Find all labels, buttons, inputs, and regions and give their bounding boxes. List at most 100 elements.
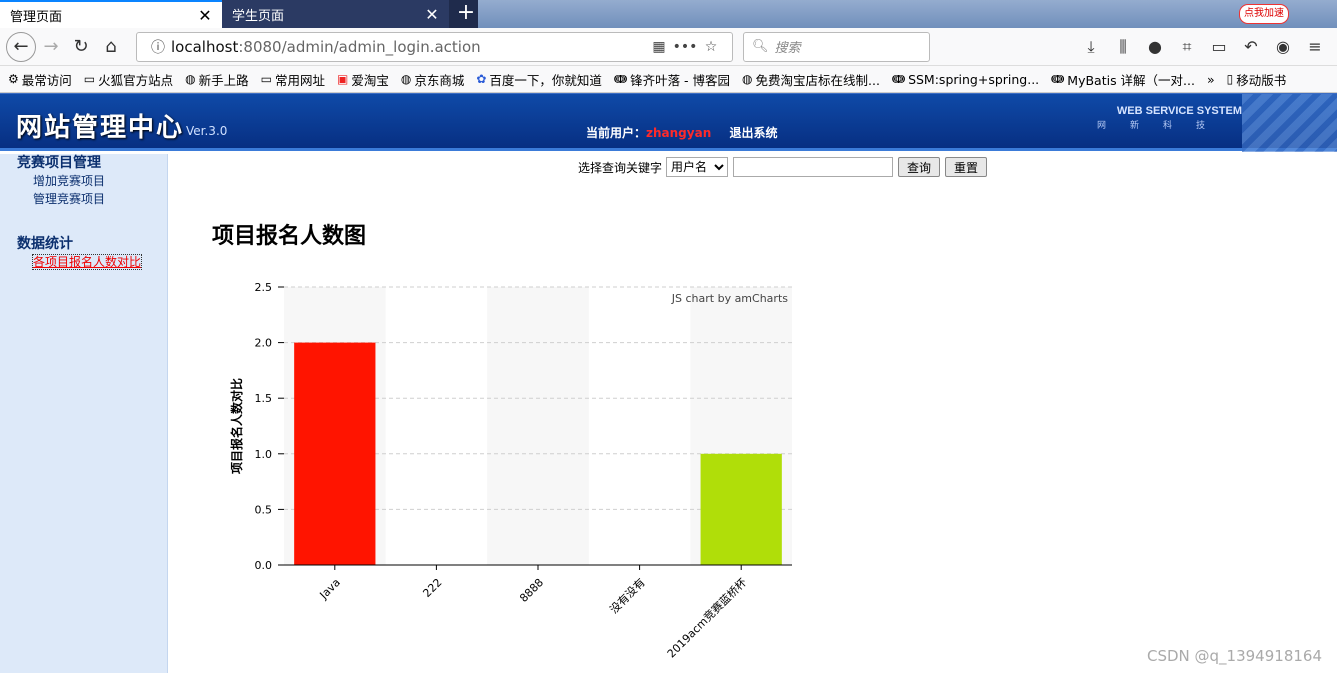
globe-icon: ◍ bbox=[400, 72, 412, 86]
home-icon[interactable]: ⌂ bbox=[96, 32, 126, 62]
new-tab-button[interactable]: + bbox=[455, 0, 477, 28]
x-tick-label: Java bbox=[317, 576, 343, 602]
info-icon[interactable]: ⓘ bbox=[145, 37, 171, 57]
bookmark-label: MyBatis 详解（一对... bbox=[1067, 72, 1195, 88]
bookmark-item[interactable]: ✿ 百度一下，你就知道 bbox=[476, 70, 602, 89]
user-info: 当前用户：zhangyan 退出系统 bbox=[586, 124, 777, 141]
bookmarks-bar: ⚙ 最常访问 ▭ 火狐官方站点 ◍ 新手上路 ▭ 常用网址 ▣ 爱淘宝 ◍ 京东商城 ✿ 百度一下，你就知… bbox=[0, 66, 1337, 93]
y-axis-label: 项目报名人数对比 bbox=[229, 378, 244, 474]
close-icon[interactable]: ✕ bbox=[198, 6, 212, 25]
chart-credit: JS chart by amCharts bbox=[671, 292, 788, 305]
bookmark-item[interactable]: ▭ 常用网址 bbox=[261, 70, 325, 89]
cnblogs-icon: ↈ bbox=[613, 71, 628, 86]
bookmark-label: 爱淘宝 bbox=[351, 72, 389, 88]
crop-icon[interactable]: ⌗ bbox=[1171, 32, 1203, 62]
sidebar-item-add-contest[interactable]: 增加竞赛项目 bbox=[0, 172, 167, 190]
tab-student[interactable]: 学生页面 ✕ bbox=[222, 0, 449, 28]
undo-icon[interactable]: ↶ bbox=[1235, 32, 1267, 62]
sidebar-group-contest: 竞赛项目管理 增加竞赛项目 管理竞赛项目 bbox=[0, 154, 167, 208]
signup-bar-chart: 0.0 0.5 1.0 1.5 2.0 2.5 Java 222 8888 没有没有 2019acm… bbox=[229, 281, 792, 660]
url-bar[interactable]: ⓘ localhost:8080/admin/admin_login.actio… bbox=[136, 31, 733, 62]
download-icon[interactable]: ⤓ bbox=[1075, 32, 1107, 62]
globe-icon: ◍ bbox=[185, 72, 196, 86]
bookmark-item[interactable]: ◍ 京东商城 bbox=[401, 70, 465, 89]
forward-arrow-icon[interactable]: → bbox=[36, 32, 66, 62]
accelerator-badge[interactable]: 点我加速 bbox=[1239, 4, 1289, 24]
bookmark-label: 移动版书 bbox=[1236, 72, 1287, 88]
gear-icon: ⚙ bbox=[8, 72, 19, 86]
url-path: :8080/admin/admin_login.action bbox=[238, 37, 481, 56]
background-window bbox=[478, 0, 1337, 28]
main-content: 选择查询关键字 用户名 查询 重置 项目报名人数图 0.0 0.5 1.0 1.5 2.… bbox=[168, 154, 1337, 673]
username: zhangyan bbox=[646, 126, 712, 140]
url-host: localhost bbox=[171, 37, 239, 56]
sidebar: 竞赛项目管理 增加竞赛项目 管理竞赛项目 数据统计 各项目报名人数对比 bbox=[0, 154, 168, 673]
bookmark-label: 新手上路 bbox=[198, 72, 249, 88]
menu-icon[interactable]: ≡ bbox=[1299, 32, 1331, 62]
sidebar-item-label: 各项目报名人数对比 bbox=[31, 254, 143, 270]
y-tick-label: 0.5 bbox=[255, 503, 273, 516]
reset-button[interactable]: 重置 bbox=[945, 157, 988, 177]
cnblogs-icon: ↈ bbox=[1051, 71, 1065, 86]
x-tick-label: 222 bbox=[420, 576, 444, 600]
x-tick-label: 没有没有 bbox=[607, 575, 648, 616]
bookmark-item[interactable]: ▭ 火狐官方站点 bbox=[84, 70, 173, 89]
bookmark-label: 免费淘宝店标在线制... bbox=[755, 72, 880, 88]
bookmark-item[interactable]: ▣ 爱淘宝 bbox=[337, 70, 389, 89]
x-tick-label: 8888 bbox=[517, 576, 546, 605]
sidebar-icon[interactable]: ▭ bbox=[1203, 32, 1235, 62]
sidebar-item-signup-compare[interactable]: 各项目报名人数对比 bbox=[0, 253, 167, 271]
bookmark-item[interactable]: ◍ 新手上路 bbox=[185, 70, 249, 89]
back-arrow-icon[interactable]: ← bbox=[6, 31, 36, 62]
brand-subtext: 网新科技 bbox=[1096, 121, 1229, 131]
search-button[interactable]: 查询 bbox=[898, 157, 941, 177]
tab-bar: 管理页面 ✕ 学生页面 ✕ + 点我加速 bbox=[0, 0, 1337, 28]
tab-label: 管理页面 bbox=[10, 9, 63, 25]
folder-icon: ▭ bbox=[260, 72, 272, 86]
bookmark-item[interactable]: » bbox=[1207, 72, 1215, 87]
navigation-bar: ← → ↻ ⌂ ⓘ localhost:8080/admin/admin_log… bbox=[0, 28, 1337, 66]
star-icon[interactable]: ☆ bbox=[698, 39, 724, 55]
tab-admin[interactable]: 管理页面 ✕ bbox=[0, 0, 222, 28]
bookmark-label: 常用网址 bbox=[274, 72, 325, 88]
globe-icon: ◍ bbox=[742, 72, 753, 86]
watermark: CSDN @q_1394918164 bbox=[1147, 647, 1322, 665]
bookmark-item[interactable]: ⚙ 最常访问 bbox=[8, 70, 72, 89]
bookmark-item[interactable]: ↈ MyBatis 详解（一对... bbox=[1051, 70, 1195, 89]
bookmark-item[interactable]: ↈ SSM:spring+spring... bbox=[892, 72, 1039, 87]
more-actions-icon[interactable]: ••• bbox=[672, 39, 698, 55]
taobao-icon: ▣ bbox=[337, 72, 349, 86]
reload-icon[interactable]: ↻ bbox=[66, 32, 96, 62]
bookmark-label: SSM:spring+spring... bbox=[908, 71, 1040, 87]
y-tick-label: 1.0 bbox=[255, 448, 273, 461]
keyboard-decoration bbox=[1242, 94, 1337, 152]
y-tick-label: 0.0 bbox=[255, 559, 273, 572]
column-band bbox=[487, 287, 589, 565]
bookmark-label: 百度一下，你就知道 bbox=[489, 72, 602, 88]
site-logo: 网站管理中心 bbox=[16, 113, 185, 143]
bookmark-item[interactable]: ▯ 移动版书 bbox=[1227, 70, 1287, 89]
mobile-icon: ▯ bbox=[1226, 72, 1234, 86]
logout-link[interactable]: 退出系统 bbox=[729, 126, 777, 140]
sidebar-item-manage-contest[interactable]: 管理竞赛项目 bbox=[0, 190, 167, 208]
search-input[interactable]: 🔍︎ 搜索 bbox=[743, 31, 930, 62]
toolbar-icons: ⤓ ⫼ ● ⌗ ▭ ↶ ◉ ≡ bbox=[1075, 32, 1331, 62]
x-tick-label: 2019acm竞赛蓝桥杯 bbox=[664, 575, 749, 660]
sidebar-group-title: 数据统计 bbox=[17, 236, 73, 252]
y-tick-label: 2.0 bbox=[255, 337, 273, 350]
bookmark-label: 最常访问 bbox=[21, 72, 72, 88]
bar bbox=[294, 342, 376, 565]
tab-label: 学生页面 bbox=[232, 8, 285, 24]
qr-code-icon[interactable]: ▦ bbox=[646, 39, 672, 55]
chat-icon[interactable]: ● bbox=[1139, 32, 1171, 62]
bookmark-label: » bbox=[1206, 71, 1215, 87]
bookmark-item[interactable]: ↈ 锋齐叶落 - 博客园 bbox=[614, 70, 730, 89]
library-icon[interactable]: ⫼ bbox=[1107, 32, 1139, 62]
version-label: Ver.3.0 bbox=[186, 124, 228, 138]
y-tick-label: 1.5 bbox=[255, 392, 273, 405]
brand-text: WEB SERVICE SYSTEM bbox=[1116, 105, 1242, 117]
sidebar-group-stats: 数据统计 各项目报名人数对比 bbox=[0, 235, 167, 271]
account-icon[interactable]: ◉ bbox=[1267, 32, 1299, 62]
bookmark-item[interactable]: ◍ 免费淘宝店标在线制... bbox=[742, 70, 880, 89]
close-icon[interactable]: ✕ bbox=[425, 5, 439, 24]
